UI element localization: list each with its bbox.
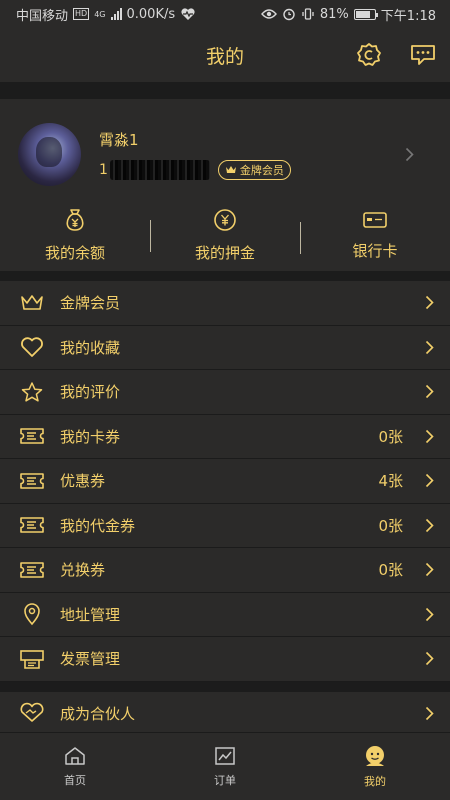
stat-bank-card[interactable]: 银行卡 [300, 210, 450, 261]
tab-home[interactable]: 首页 [0, 733, 150, 800]
menu-item-coupons[interactable]: 优惠券 4张 [0, 459, 450, 504]
tab-label: 订单 [214, 773, 236, 787]
stat-deposit-label: 我的押金 [194, 243, 255, 262]
menu-item-label: 成为合伙人 [60, 704, 136, 723]
ticket-icon [20, 517, 44, 534]
stat-bank-card-label: 银行卡 [352, 241, 398, 260]
home-icon [65, 746, 85, 765]
crown-icon [225, 166, 236, 173]
settings-gear-icon[interactable] [356, 42, 382, 68]
handshake-icon [20, 703, 44, 723]
stat-balance[interactable]: 我的余额 [0, 208, 150, 263]
yen-coin-icon [214, 208, 236, 231]
menu-item-label: 我的卡券 [60, 427, 121, 446]
alarm-icon [283, 8, 295, 21]
star-icon [21, 382, 43, 402]
chevron-right-icon [425, 607, 434, 621]
battery-percent: 81% [319, 6, 349, 22]
member-badge-label: 金牌会员 [239, 163, 284, 177]
wallet-stats: 我的余额 我的押金 银行卡 [0, 199, 450, 271]
profile-icon [366, 745, 384, 766]
signal-icon [110, 8, 122, 20]
chevron-right-icon [425, 563, 434, 577]
eye-icon [260, 9, 277, 19]
status-bar: 中国移动 HD 4G 0.00K/s 81% 下午1:18 [0, 0, 450, 28]
menu-item-label: 我的代金券 [60, 516, 136, 535]
section-gap [0, 271, 450, 281]
menu-item-gold-member[interactable]: 金牌会员 [0, 281, 450, 326]
bank-card-icon [363, 211, 387, 228]
chevron-right-icon [425, 296, 434, 310]
stat-deposit[interactable]: 我的押金 [150, 208, 300, 263]
menu-item-exchange-vouchers[interactable]: 兑换券 0张 [0, 548, 450, 593]
menu-item-label: 我的收藏 [60, 338, 121, 357]
page-title: 我的 [205, 45, 244, 68]
clock: 下午1:18 [380, 8, 436, 24]
profile-card: 霄淼1 1 金牌会员 我的余额 我的押金 银行卡 [0, 99, 450, 271]
network-speed: 0.00K/s [126, 6, 176, 22]
ticket-icon [20, 472, 44, 489]
chevron-right-icon [425, 429, 434, 443]
menu-item-vouchers[interactable]: 我的代金券 0张 [0, 504, 450, 548]
user-phone: 1 [99, 159, 210, 180]
menu-item-count: 0张 [378, 561, 403, 580]
menu-item-reviews[interactable]: 我的评价 [0, 370, 450, 415]
avatar[interactable] [18, 122, 81, 186]
menu-item-my-cards[interactable]: 我的卡券 0张 [0, 415, 450, 459]
bottom-tab-bar: 首页 订单 我的 [0, 732, 450, 800]
ticket-icon [20, 428, 44, 445]
menu-list: 金牌会员 我的收藏 我的评价 我的卡券 0张 优惠券 4张 我的代金券 0张 兑… [0, 281, 450, 682]
menu-item-count: 4张 [378, 472, 403, 491]
chevron-right-icon [425, 474, 434, 488]
chevron-right-icon [425, 652, 434, 666]
menu-item-label: 地址管理 [60, 605, 121, 624]
menu-item-partner[interactable]: 成为合伙人 [0, 692, 450, 736]
member-badge: 金牌会员 [217, 159, 291, 180]
user-name: 霄淼1 [99, 130, 139, 149]
heart-pulse-icon [181, 8, 195, 20]
carrier-label: 中国移动 [16, 8, 69, 24]
location-pin-icon [24, 603, 40, 626]
menu-item-label: 金牌会员 [60, 294, 121, 313]
menu-item-favorites[interactable]: 我的收藏 [0, 326, 450, 370]
battery-icon [353, 8, 378, 20]
menu-item-address[interactable]: 地址管理 [0, 593, 450, 637]
vibrate-icon [302, 8, 314, 20]
chevron-right-icon [425, 518, 434, 532]
section-gap [0, 82, 450, 99]
partner-section: 成为合伙人 [0, 691, 450, 736]
stat-balance-label: 我的余额 [44, 243, 105, 262]
network-type: 4G [94, 9, 106, 19]
chevron-right-icon [425, 385, 434, 399]
crown-icon [21, 294, 43, 310]
menu-item-count: 0张 [378, 516, 403, 535]
menu-item-label: 兑换券 [60, 561, 106, 580]
menu-item-label: 我的评价 [60, 383, 121, 402]
menu-item-count: 0张 [378, 427, 403, 446]
menu-item-label: 发票管理 [60, 650, 121, 669]
ticket-icon [20, 561, 44, 578]
hd-indicator: HD [73, 8, 90, 20]
chevron-right-icon [405, 147, 414, 162]
tab-mine[interactable]: 我的 [300, 733, 450, 800]
tab-orders[interactable]: 订单 [150, 733, 300, 800]
chevron-right-icon [425, 340, 434, 354]
phone-redacted [109, 159, 210, 180]
tab-label: 我的 [364, 774, 386, 788]
message-icon[interactable] [410, 44, 436, 66]
phone-prefix: 1 [99, 161, 108, 178]
menu-item-invoice[interactable]: 发票管理 [0, 637, 450, 682]
money-bag-icon [66, 208, 84, 231]
section-gap [0, 681, 450, 692]
heart-icon [21, 337, 43, 358]
orders-chart-icon [215, 746, 235, 765]
profile-header[interactable]: 霄淼1 1 金牌会员 [0, 99, 450, 199]
chevron-right-icon [425, 706, 434, 720]
tab-label: 首页 [64, 773, 86, 787]
invoice-icon [20, 649, 44, 669]
top-nav-bar: 我的 [0, 28, 450, 82]
menu-item-label: 优惠券 [60, 472, 106, 491]
